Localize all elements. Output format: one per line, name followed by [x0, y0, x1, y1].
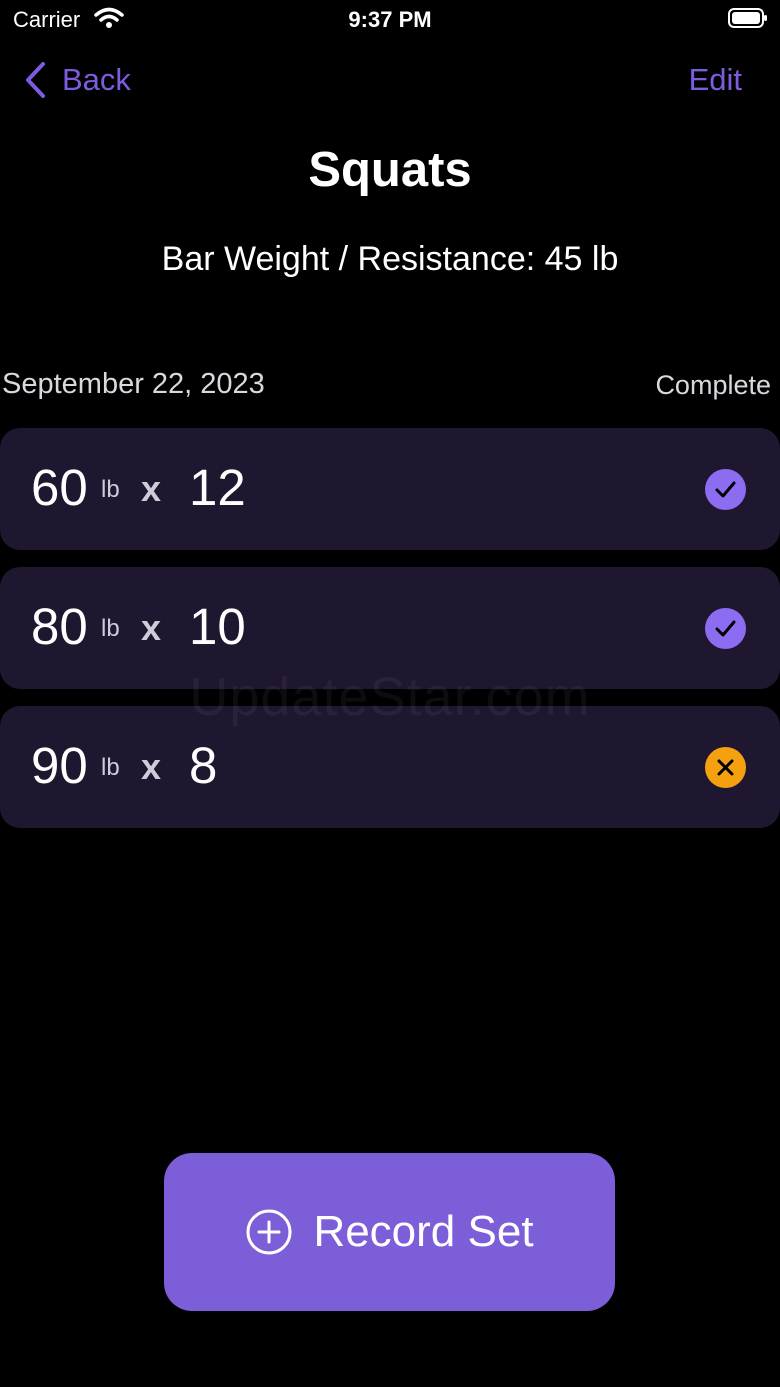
back-label: Back [62, 62, 131, 97]
checkmark-icon[interactable] [705, 608, 746, 649]
chevron-left-icon [26, 62, 45, 98]
edit-button[interactable]: Edit [689, 62, 742, 98]
set-unit: lb [101, 754, 120, 781]
set-reps: 8 [189, 737, 218, 794]
set-weight: 60 [31, 459, 88, 516]
battery-icon [728, 8, 767, 28]
set-weight: 80 [31, 598, 88, 655]
checkmark-icon[interactable] [705, 469, 746, 510]
times-sign: x [141, 607, 162, 648]
bar-weight-label: Bar Weight / Resistance: 45 lb [161, 240, 619, 278]
set-unit: lb [101, 476, 120, 503]
status-bar: Carrier 9:37 PM [0, 0, 780, 44]
set-unit: lb [101, 615, 120, 642]
record-set-button[interactable]: Record Set [164, 1153, 615, 1311]
watermark: UpdateStar.com [189, 667, 591, 727]
set-row[interactable]: 60 lb x 12 [0, 428, 780, 550]
set-reps: 12 [189, 459, 246, 516]
set-weight: 90 [31, 737, 88, 794]
xmark-icon[interactable] [705, 747, 746, 788]
page-title: Squats [308, 143, 472, 197]
back-button[interactable]: Back [24, 58, 131, 102]
set-reps: 10 [189, 598, 246, 655]
section-status: Complete [655, 370, 771, 400]
status-time: 9:37 PM [348, 7, 432, 32]
record-set-label: Record Set [313, 1207, 534, 1256]
times-sign: x [141, 746, 162, 787]
set-list: 60 lb x 12 80 lb x 10 90 lb x 8 [0, 428, 780, 845]
section-date: September 22, 2023 [2, 368, 265, 400]
plus-circle-icon [246, 1209, 292, 1255]
times-sign: x [141, 468, 162, 509]
